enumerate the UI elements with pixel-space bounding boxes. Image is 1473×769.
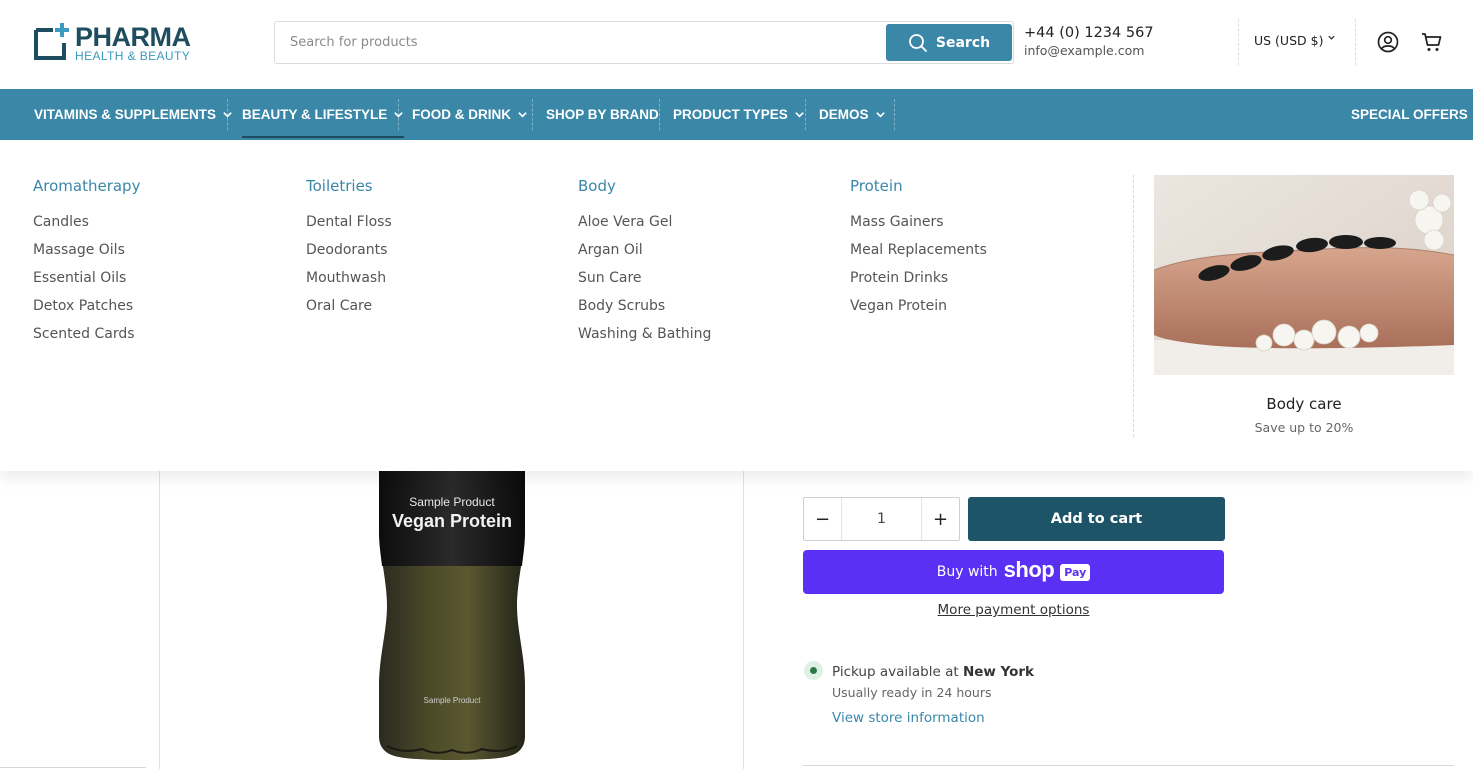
logo-sub-text: HEALTH & BEAUTY	[75, 49, 191, 63]
mega-link[interactable]: Argan Oil	[578, 236, 711, 264]
bottle-small-label: Sample Product	[423, 696, 481, 705]
mega-link[interactable]: Body Scrubs	[578, 292, 711, 320]
quantity-stepper: − +	[803, 497, 960, 541]
mega-link[interactable]: Candles	[33, 208, 140, 236]
currency-selector[interactable]: US (USD $)	[1254, 33, 1336, 48]
currency-label: US (USD $)	[1254, 33, 1324, 48]
nav-divider	[398, 99, 399, 130]
mega-link[interactable]: Vegan Protein	[850, 292, 987, 320]
product-image[interactable]: Sample Product Vegan Protein Sample Prod…	[377, 471, 527, 761]
mega-link[interactable]: Massage Oils	[33, 236, 140, 264]
search-icon	[908, 33, 927, 52]
pickup-ready-time: Usually ready in 24 hours	[832, 685, 992, 700]
nav-divider	[532, 99, 533, 130]
product-gallery-border	[743, 471, 744, 769]
mega-menu-beauty-lifestyle: Aromatherapy Candles Massage Oils Essent…	[0, 140, 1473, 471]
product-gallery-border	[159, 471, 160, 769]
nav-divider	[894, 99, 895, 130]
chevron-down-icon	[875, 112, 885, 118]
bottle-small-label: Sample Product	[409, 495, 495, 509]
mega-link[interactable]: Mouthwash	[306, 264, 392, 292]
nav-item-label: PRODUCT TYPES	[673, 107, 788, 122]
pickup-location: New York	[962, 664, 1035, 680]
mega-heading-aromatherapy[interactable]: Aromatherapy	[33, 176, 140, 196]
nav-item-product-types[interactable]: PRODUCT TYPES	[673, 89, 805, 140]
header-divider	[1355, 19, 1356, 65]
promo-title[interactable]: Body care	[1154, 395, 1454, 413]
logo-mark-icon	[34, 23, 69, 60]
mega-link[interactable]: Aloe Vera Gel	[578, 208, 711, 236]
shop-wordmark: shop	[1003, 557, 1055, 582]
pickup-available-icon	[804, 661, 823, 680]
mega-link[interactable]: Meal Replacements	[850, 236, 987, 264]
mega-menu-divider	[1133, 175, 1134, 437]
nav-item-label: VITAMINS & SUPPLEMENTS	[34, 107, 217, 122]
nav-divider	[227, 99, 228, 130]
promo-subtitle: Save up to 20%	[1254, 420, 1354, 435]
search-bar: Search	[274, 21, 1014, 64]
search-input[interactable]	[275, 22, 885, 63]
mega-heading-toiletries[interactable]: Toiletries	[306, 176, 392, 196]
chevron-down-icon	[1328, 35, 1336, 40]
pay-badge: Pay	[1060, 563, 1091, 581]
massage-stones-image	[1154, 175, 1454, 375]
nav-item-shop-by-brand[interactable]: SHOP BY BRAND	[546, 89, 659, 140]
nav-item-label: SPECIAL OFFERS	[1351, 107, 1468, 122]
mega-link[interactable]: Protein Drinks	[850, 264, 987, 292]
nav-item-demos[interactable]: DEMOS	[819, 89, 886, 140]
shop-pay-prefix: Buy with	[936, 564, 998, 580]
nav-item-food-drink[interactable]: FOOD & DRINK	[412, 89, 528, 140]
pickup-availability: Pickup available at New York	[832, 664, 1035, 680]
nav-divider	[805, 99, 806, 130]
divider	[0, 767, 146, 768]
promo-image-body-care[interactable]	[1154, 175, 1454, 375]
contact-phone[interactable]: +44 (0) 1234 567	[1024, 24, 1154, 42]
nav-divider	[659, 99, 660, 130]
mega-menu-column: Aromatherapy Candles Massage Oils Essent…	[33, 176, 140, 348]
quantity-input[interactable]	[842, 498, 921, 540]
nav-item-label: DEMOS	[819, 107, 869, 122]
increase-quantity-button[interactable]: +	[921, 498, 959, 540]
header-divider	[1238, 19, 1239, 65]
more-payment-options-link[interactable]: More payment options	[803, 602, 1224, 618]
mega-link[interactable]: Sun Care	[578, 264, 711, 292]
mega-menu-column: Protein Mass Gainers Meal Replacements P…	[850, 176, 987, 320]
mega-link[interactable]: Washing & Bathing	[578, 320, 711, 348]
cart-icon[interactable]	[1420, 30, 1444, 54]
contact-info: +44 (0) 1234 567 info@example.com	[1024, 24, 1154, 60]
nav-item-beauty-lifestyle[interactable]: BEAUTY & LIFESTYLE	[242, 89, 405, 140]
search-button-label: Search	[935, 34, 991, 51]
mega-link[interactable]: Scented Cards	[33, 320, 140, 348]
main-nav: VITAMINS & SUPPLEMENTS BEAUTY & LIFESTYL…	[0, 89, 1473, 140]
mega-link[interactable]: Essential Oils	[33, 264, 140, 292]
site-header: PHARMA HEALTH & BEAUTY Search +44 (0) 12…	[0, 0, 1473, 89]
add-to-cart-button[interactable]: Add to cart	[968, 497, 1225, 541]
decrease-quantity-button[interactable]: −	[804, 498, 842, 540]
logo-main-text: PHARMA	[75, 22, 191, 52]
chevron-down-icon	[795, 112, 804, 118]
contact-email[interactable]: info@example.com	[1024, 42, 1154, 60]
buy-with-shop-pay-button[interactable]: Buy with shop Pay	[803, 550, 1224, 594]
mega-menu-column: Body Aloe Vera Gel Argan Oil Sun Care Bo…	[578, 176, 711, 348]
nav-item-label: SHOP BY BRAND	[546, 107, 659, 122]
mega-link[interactable]: Oral Care	[306, 292, 392, 320]
mega-heading-protein[interactable]: Protein	[850, 176, 987, 196]
mega-heading-body[interactable]: Body	[578, 176, 711, 196]
nav-item-vitamins-supplements[interactable]: VITAMINS & SUPPLEMENTS	[34, 89, 233, 140]
mega-link[interactable]: Dental Floss	[306, 208, 392, 236]
view-store-information-link[interactable]: View store information	[832, 710, 985, 726]
divider	[803, 765, 1454, 766]
user-icon[interactable]	[1376, 30, 1400, 54]
mega-menu-column: Toiletries Dental Floss Deodorants Mouth…	[306, 176, 392, 320]
mega-link[interactable]: Detox Patches	[33, 292, 140, 320]
search-button[interactable]: Search	[886, 24, 1012, 61]
chevron-down-icon	[518, 112, 527, 118]
nav-item-special-offers[interactable]: SPECIAL OFFERS	[1351, 89, 1468, 140]
bottle-product-name: Vegan Protein	[391, 511, 513, 531]
nav-item-label: BEAUTY & LIFESTYLE	[242, 107, 388, 122]
mega-link[interactable]: Mass Gainers	[850, 208, 987, 236]
pharma-logo[interactable]: PHARMA HEALTH & BEAUTY	[33, 21, 198, 63]
nav-item-label: FOOD & DRINK	[412, 107, 511, 122]
mega-link[interactable]: Deodorants	[306, 236, 392, 264]
